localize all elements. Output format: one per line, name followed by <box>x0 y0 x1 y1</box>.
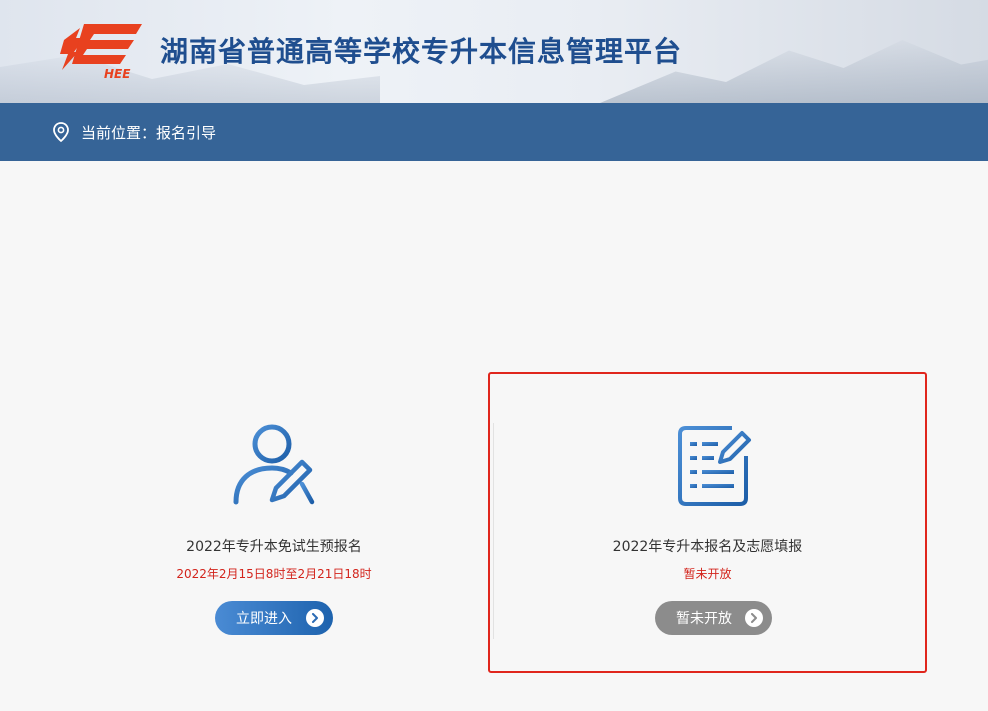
not-open-button[interactable]: 暂未开放 <box>655 601 772 635</box>
breadcrumb: 当前位置： 报名引导 <box>81 122 216 143</box>
card-title: 2022年专升本免试生预报名 <box>186 539 362 555</box>
chevron-right-icon <box>306 609 324 627</box>
enter-now-button[interactable]: 立即进入 <box>215 601 333 635</box>
location-bar: 当前位置： 报名引导 <box>0 103 988 161</box>
breadcrumb-prefix: 当前位置： <box>81 123 157 142</box>
location-pin-icon <box>53 122 69 142</box>
button-label: 立即进入 <box>236 611 292 627</box>
card-status: 暂未开放 <box>683 567 732 581</box>
registration-card: 2022年专升本报名及志愿填报 暂未开放 暂未开放 <box>488 372 927 673</box>
card-schedule: 2022年2月15日8时至2月21日18时 <box>176 567 372 581</box>
site-title: 湖南省普通高等学校专升本信息管理平台 <box>160 35 683 68</box>
chevron-right-icon <box>745 609 763 627</box>
logo-text: HEE <box>104 67 131 80</box>
user-edit-icon <box>233 424 315 505</box>
button-label: 暂未开放 <box>676 611 732 627</box>
site-logo[interactable]: HEE <box>54 18 146 80</box>
card-title: 2022年专升本报名及志愿填报 <box>612 539 803 555</box>
form-edit-icon <box>678 426 751 506</box>
breadcrumb-current: 报名引导 <box>156 123 217 142</box>
pre-registration-card: 2022年专升本免试生预报名 2022年2月15日8时至2月21日18时 立即进… <box>48 372 500 673</box>
site-header: HEE 湖南省普通高等学校专升本信息管理平台 <box>0 0 988 103</box>
